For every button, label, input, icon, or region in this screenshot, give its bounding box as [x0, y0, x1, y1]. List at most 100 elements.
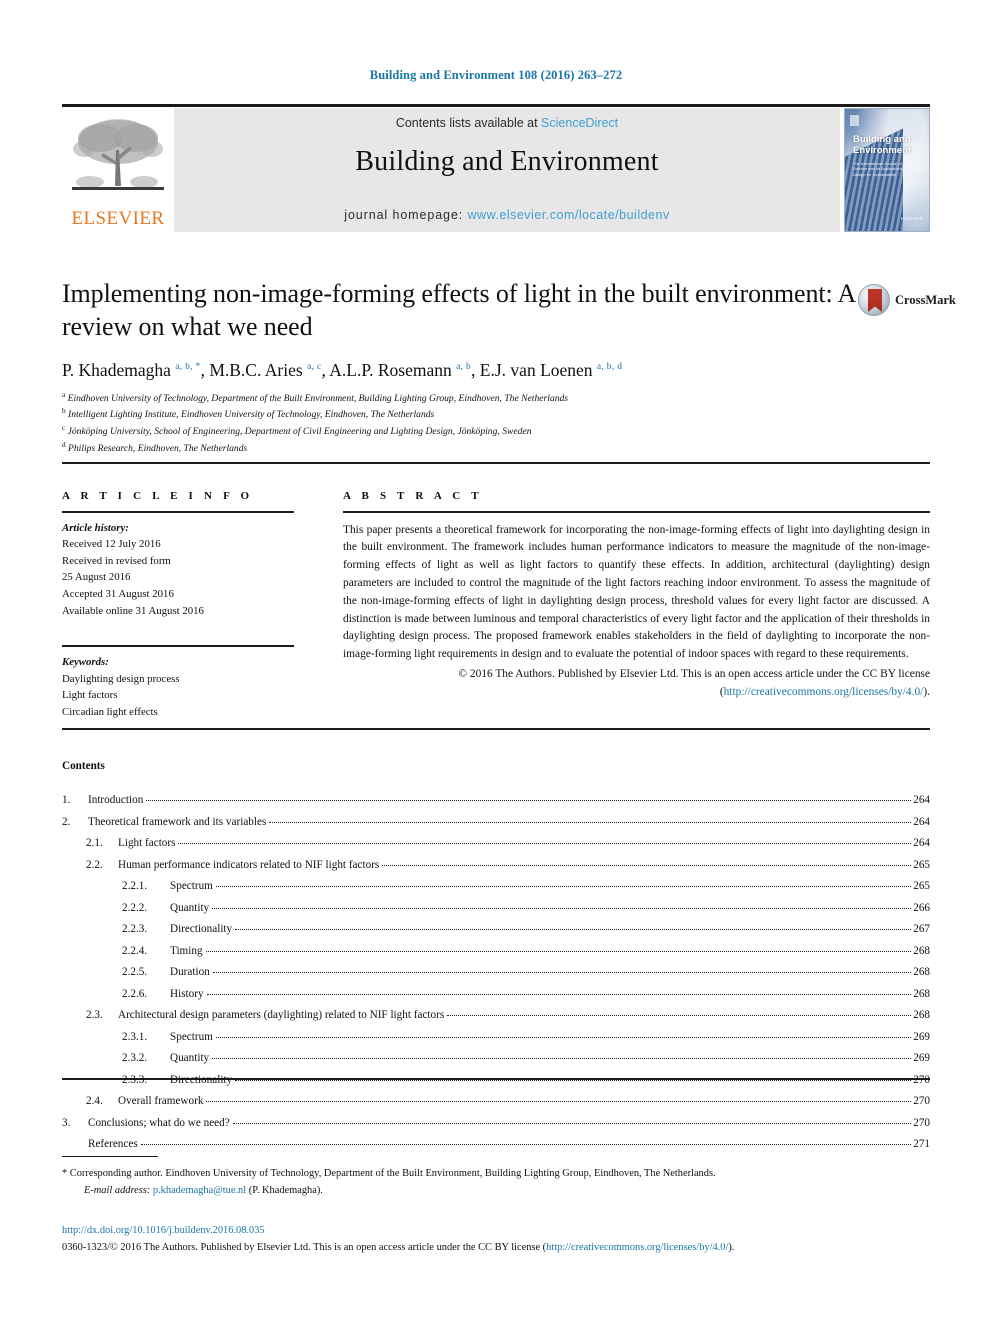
toc-entry[interactable]: 2.2.6. History 268	[62, 984, 930, 1006]
toc-entry-page: 265	[913, 880, 930, 892]
toc-entry-label: Timing	[170, 944, 203, 957]
toc-leader-dots	[212, 1052, 912, 1059]
sciencedirect-link[interactable]: ScienceDirect	[541, 116, 618, 130]
affiliation-mark: c	[62, 424, 66, 433]
license-paren-close: ).	[923, 685, 930, 698]
homepage-link[interactable]: www.elsevier.com/locate/buildenv	[468, 208, 670, 222]
contents-lists-prefix: Contents lists available at	[395, 116, 542, 130]
email-link[interactable]: p.khademagha@tue.nl	[153, 1185, 246, 1196]
toc-entry-label: Duration	[170, 966, 210, 978]
toc-entry-page: 269	[913, 1052, 930, 1064]
affiliation-item: d Philips Research, Eindhoven, The Nethe…	[62, 440, 862, 457]
toc-entry[interactable]: 2.4. Overall framework 270	[62, 1091, 930, 1113]
toc-entry-page: 264	[913, 837, 930, 849]
toc-entry-label: Directionality	[170, 1073, 233, 1086]
keyword-item: Light factors	[62, 689, 118, 702]
section-rule-top	[62, 462, 930, 464]
toc-entry-page: 264	[913, 794, 930, 806]
issn-text-start: 0360-1323/© 2016 The Authors. Published …	[62, 1242, 547, 1254]
keywords-rule	[62, 645, 294, 647]
article-info-rule	[62, 511, 294, 513]
toc-entry-label: Directionality	[170, 923, 233, 935]
toc-entry[interactable]: 2. Theoretical framework and its variable…	[62, 812, 930, 834]
toc-entry-number: 3.	[62, 1116, 71, 1129]
doi-link[interactable]: http://dx.doi.org/10.1016/j.buildenv.201…	[62, 1222, 930, 1239]
toc-entry[interactable]: 2.2. Human performance indicators related…	[62, 855, 930, 877]
toc-entry[interactable]: 2.1. Light factors 264	[62, 833, 930, 855]
toc-entry-label: Architectural design parameters (dayligh…	[118, 1009, 445, 1021]
journal-cover-thumbnail: Building and Environment The Internation…	[844, 108, 930, 232]
toc-entry-number: 2.3.3.	[122, 1073, 148, 1086]
article-info-heading: A R T I C L E I N F O	[62, 490, 254, 502]
toc-leader-dots	[382, 859, 912, 866]
journal-masthead: ELSEVIER Contents lists available at Sci…	[62, 104, 930, 232]
toc-entry-label: Conclusions; what do we need?	[88, 1116, 230, 1129]
abstract-copyright: © 2016 The Authors. Published by Elsevie…	[343, 666, 930, 702]
toc-entry-page: 268	[913, 987, 930, 1000]
article-history-line: Received 12 July 2016	[62, 538, 161, 551]
page-title: Implementing non-image-forming effects o…	[62, 279, 855, 341]
contents-lists-line: Contents lists available at ScienceDirec…	[174, 116, 840, 130]
toc-entry-page: 264	[913, 815, 930, 828]
affiliation-mark: d	[62, 440, 66, 449]
table-of-contents: 1. Introduction 264 2. Theoretical framework…	[62, 790, 930, 1156]
abstract-heading: A B S T R A C T	[343, 490, 483, 502]
copyright-text: © 2016 The Authors. Published by Elsevie…	[458, 667, 930, 680]
footer-license-link[interactable]: http://creativecommons.org/licenses/by/4…	[546, 1242, 728, 1253]
toc-entry[interactable]: 2.3. Architectural design parameters (day…	[62, 1005, 930, 1027]
keywords-label: Keywords:	[62, 655, 109, 668]
toc-entry[interactable]: 2.2.3. Directionality 267	[62, 919, 930, 941]
toc-leader-dots	[212, 902, 912, 909]
corresponding-author-note: * Corresponding author. Eindhoven Univer…	[62, 1168, 716, 1179]
affiliation-item: b Intelligent Lighting Institute, Eindho…	[62, 406, 862, 423]
toc-entry-label: History	[170, 987, 204, 1000]
toc-entry-page: 266	[913, 901, 930, 914]
toc-entry-page: 270	[913, 1095, 930, 1107]
toc-entry[interactable]: 2.2.2. Quantity 266	[62, 898, 930, 920]
cover-title: Building and Environment	[853, 134, 912, 156]
homepage-prefix: journal homepage:	[344, 208, 468, 222]
toc-entry[interactable]: 2.2.5. Duration 268	[62, 962, 930, 984]
toc-entry-number: 2.2.	[86, 858, 103, 871]
toc-entry[interactable]: 2.2.1. Spectrum 265	[62, 876, 930, 898]
toc-entry-label: Quantity	[170, 901, 210, 914]
email-note: E-mail address: p.khademagha@tue.nl (P. …	[62, 1183, 930, 1200]
toc-entry[interactable]: 3. Conclusions; what do we need? 270	[62, 1113, 930, 1135]
toc-entry[interactable]: 2.3.3. Directionality 270	[62, 1070, 930, 1092]
footer-block: http://dx.doi.org/10.1016/j.buildenv.201…	[62, 1222, 930, 1257]
keyword-item: Circadian light effects	[62, 705, 158, 718]
toc-entry-page: 268	[913, 1009, 930, 1021]
toc-entry-label: Quantity	[170, 1052, 210, 1064]
toc-entry[interactable]: 1. Introduction 264	[62, 790, 930, 812]
masthead-center: Contents lists available at ScienceDirec…	[174, 108, 840, 232]
running-head: Building and Environment 108 (2016) 263–…	[369, 68, 623, 82]
toc-entry-label: Overall framework	[118, 1095, 204, 1107]
cover-subtitle: The International Journal of Building Sc…	[853, 161, 920, 177]
elsevier-logo: ELSEVIER	[62, 108, 174, 232]
toc-leader-dots	[212, 966, 912, 973]
toc-entry[interactable]: References 271	[62, 1134, 930, 1156]
toc-entry-label: References	[88, 1138, 138, 1150]
toc-entry-label: Theoretical framework and its variables	[88, 815, 267, 828]
toc-entry[interactable]: 2.3.1. Spectrum 269	[62, 1027, 930, 1049]
cover-publisher-mark	[850, 115, 859, 126]
paper-page: Building and Environment 108 (2016) 263–…	[0, 0, 992, 1323]
toc-entry-label: Light factors	[118, 837, 176, 849]
affiliation-mark: a	[62, 390, 66, 399]
abstract-text: This paper presents a theoretical framew…	[343, 523, 930, 661]
masthead-top-rule	[62, 104, 930, 107]
toc-entry-number: 2.2.2.	[122, 901, 148, 914]
footnote-rule	[62, 1156, 158, 1158]
toc-entry[interactable]: 2.3.2. Quantity 269	[62, 1048, 930, 1070]
crossmark-badge[interactable]: CrossMark	[858, 284, 956, 318]
section-rule-bottom	[62, 728, 930, 730]
affiliation-item: c Jönköping University, School of Engine…	[62, 423, 862, 440]
toc-leader-dots	[232, 1117, 912, 1124]
toc-leader-dots	[215, 1031, 912, 1038]
toc-entry[interactable]: 2.2.4. Timing 268	[62, 941, 930, 963]
license-link[interactable]: http://creativecommons.org/licenses/by/4…	[724, 686, 924, 698]
crossmark-icon	[858, 284, 890, 316]
toc-leader-dots	[206, 988, 912, 995]
email-owner: (P. Khademagha).	[248, 1184, 323, 1196]
toc-entry-label: Human performance indicators related to …	[118, 858, 380, 871]
